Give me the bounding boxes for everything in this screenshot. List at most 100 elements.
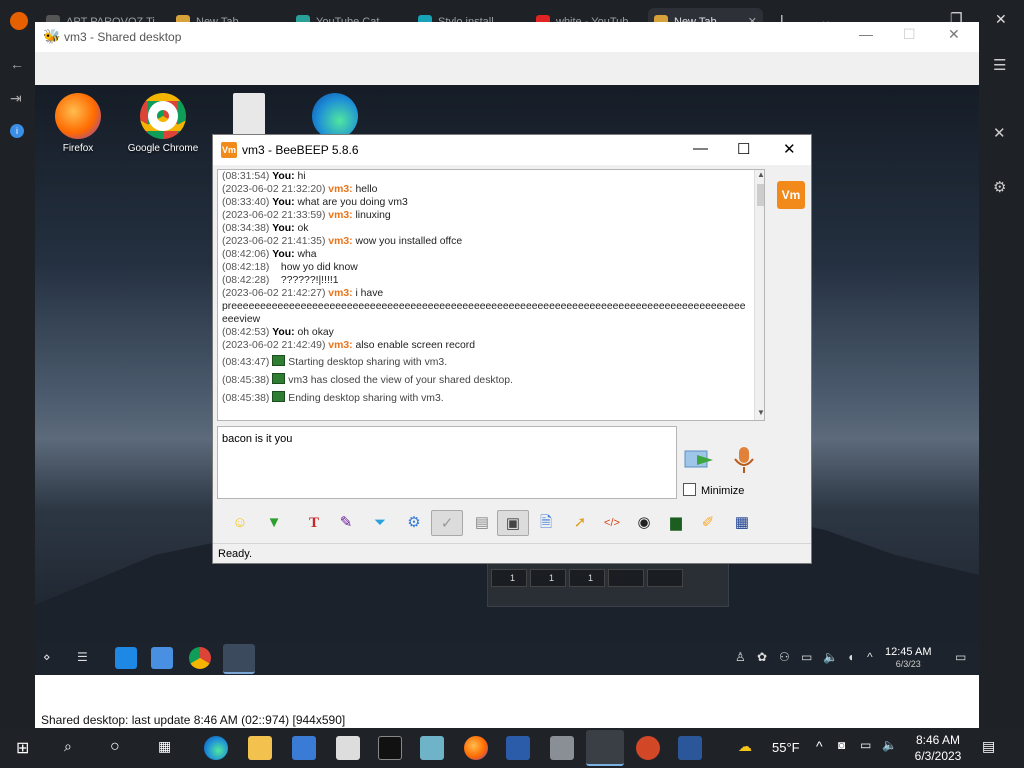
info-icon[interactable]: i [10, 124, 24, 138]
minimize-checkbox[interactable]: Minimize [683, 483, 744, 497]
chats-button[interactable]: 1 [569, 569, 605, 587]
share-screen-icon[interactable]: ▣ [497, 510, 529, 536]
maximize-icon[interactable]: ☐ [737, 140, 750, 158]
chat-message: (08:31:54) You: hi [222, 171, 306, 182]
store-icon[interactable] [115, 647, 137, 669]
maximize-icon: ☐ [903, 26, 916, 42]
screen-share-icon [272, 391, 286, 402]
color-pen-icon[interactable]: ✎ [333, 510, 359, 536]
volume-mute-icon[interactable]: 🔈 [823, 650, 838, 664]
edge-icon [312, 93, 358, 139]
search-icon[interactable]: ⌕ [64, 738, 72, 755]
spellcheck-icon[interactable]: ✓ [431, 510, 463, 536]
disk-icon[interactable]: ▦ [729, 510, 755, 536]
temperature[interactable]: 55°F [772, 740, 800, 755]
screenshot-icon[interactable]: ◉ [631, 510, 657, 536]
volume-mute-icon[interactable]: 🔈 [882, 738, 897, 752]
desktop-icon-chrome[interactable]: Google Chrome [123, 93, 203, 154]
powerpoint-icon[interactable] [636, 736, 660, 760]
desktop-icon-label: Firefox [62, 143, 94, 154]
browser-left-rail: ← ⇥ i [0, 44, 35, 728]
scroll-thumb[interactable] [757, 184, 764, 206]
expand-icon[interactable]: ▼ [261, 510, 287, 536]
store-icon[interactable] [292, 736, 316, 760]
people-icon[interactable]: ⚇ [779, 650, 790, 664]
panel-close-icon[interactable]: ✕ [993, 124, 1006, 142]
network-button[interactable] [647, 569, 683, 587]
bee-tray-icon[interactable]: ✿ [757, 650, 767, 664]
remote-desktop-icon[interactable] [550, 736, 574, 760]
chrome-icon [140, 93, 186, 139]
message-input[interactable]: bacon is it you [217, 426, 677, 499]
users-button[interactable]: 1 [491, 569, 527, 587]
chat-message: (08:42:18) how yo did know [222, 262, 358, 273]
minimize-icon[interactable]: — [859, 26, 873, 42]
close-icon[interactable]: ✕ [783, 140, 796, 158]
person-icon[interactable]: ♙ [735, 650, 746, 664]
app-icon[interactable] [420, 736, 444, 760]
windows-start-icon[interactable]: ⊞ [16, 738, 29, 758]
chat-message: (2023-06-02 21:42:27) vm3: i have [222, 288, 384, 299]
chevron-up-icon[interactable]: ^ [867, 650, 873, 664]
folder-icon[interactable] [151, 647, 173, 669]
notification-icon[interactable]: ▤ [982, 738, 995, 755]
task-view-icon[interactable]: ☰ [77, 650, 88, 664]
minimize-icon[interactable]: — [693, 140, 708, 157]
sign-in-icon[interactable]: ⇥ [10, 90, 22, 107]
viewer-titlebar: 🐝 vm3 - Shared desktop — ☐ ✕ [35, 22, 979, 52]
word-icon[interactable] [678, 736, 702, 760]
desktop-icon-firefox[interactable]: Firefox [38, 93, 118, 154]
viewer-title: vm3 - Shared desktop [64, 30, 182, 44]
network-icon[interactable]: ▭ [860, 738, 871, 752]
drive-icon[interactable]: ▭ [801, 650, 812, 664]
vm3-avatar[interactable]: Vm [777, 181, 805, 209]
beebeep-taskbar-icon[interactable] [586, 730, 624, 766]
send-file-icon[interactable]: 🗎 [533, 510, 559, 536]
remote-clock[interactable]: 12:45 AM 6/3/23 [885, 646, 931, 670]
chat-toolbar: ☺ ▼ T ✎ ⏷ ⚙ ✓ ▤ ▣ 🗎 ➚ </> ◉ ▆ ✐ ▦ [217, 507, 809, 537]
settings-icon[interactable]: ⚙ [401, 510, 427, 536]
chevron-up-icon[interactable]: ^ [816, 738, 823, 754]
show-desktop-icon[interactable]: ▭ [955, 650, 966, 664]
beebeep-task-icon[interactable] [223, 644, 255, 674]
word-complete-icon[interactable]: ▤ [469, 510, 495, 536]
speaker-icon[interactable]: ◖ [847, 650, 854, 664]
status-text: Ready. [218, 548, 253, 560]
powershell-icon[interactable] [506, 736, 530, 760]
cortana-icon[interactable]: ○ [110, 738, 120, 756]
edge-icon[interactable] [204, 736, 228, 760]
weather-icon[interactable]: ☁ [738, 738, 752, 755]
shares-button[interactable] [608, 569, 644, 587]
close-icon[interactable]: ✕ [948, 26, 960, 43]
scroll-down-icon[interactable]: ▼ [756, 408, 764, 420]
chat-history[interactable]: (08:31:54) You: hi (2023-06-02 21:32:20)… [217, 169, 765, 421]
gear-icon[interactable]: ⚙ [993, 178, 1006, 196]
beebeep-title: vm3 - BeeBEEP 5.8.6 [242, 143, 359, 157]
filter-icon[interactable]: ⏷ [367, 510, 393, 536]
camera-icon[interactable]: ◙ [838, 738, 845, 752]
task-view-icon[interactable]: ▦ [158, 738, 171, 755]
emoticon-icon[interactable]: ☺ [227, 510, 253, 536]
back-arrow-icon[interactable]: ← [10, 56, 24, 72]
send-icon[interactable] [683, 445, 717, 475]
microphone-icon[interactable] [731, 445, 757, 475]
taskbar-clock[interactable]: 8:46 AM 6/3/2023 [906, 732, 970, 764]
firefox-icon[interactable] [464, 736, 488, 760]
chrome-icon[interactable] [189, 647, 211, 669]
code-icon[interactable]: </> [599, 510, 625, 536]
browser-close-icon[interactable]: ✕ [995, 11, 1007, 28]
checkbox-box[interactable] [683, 483, 696, 496]
terminal-icon[interactable] [378, 736, 402, 760]
remote-taskbar: ⋄ ☰ ♙ ✿ ⚇ ▭ 🔈 ◖ ^ 12:45 AM 6/3/23 ▭ [35, 642, 979, 675]
groups-button[interactable]: 1 [530, 569, 566, 587]
save-chat-icon[interactable]: ▆ [663, 510, 689, 536]
mail-icon[interactable] [336, 736, 360, 760]
chat-scrollbar[interactable]: ▲ ▼ [754, 170, 764, 420]
file-explorer-icon[interactable] [248, 736, 272, 760]
send-folder-icon[interactable]: ➚ [567, 510, 593, 536]
start-icon[interactable]: ⋄ [43, 650, 51, 664]
scroll-up-icon[interactable]: ▲ [756, 170, 764, 182]
menu-icon[interactable]: ☰ [993, 56, 1006, 74]
font-icon[interactable]: T [301, 510, 327, 536]
note-icon[interactable]: ✐ [695, 510, 721, 536]
